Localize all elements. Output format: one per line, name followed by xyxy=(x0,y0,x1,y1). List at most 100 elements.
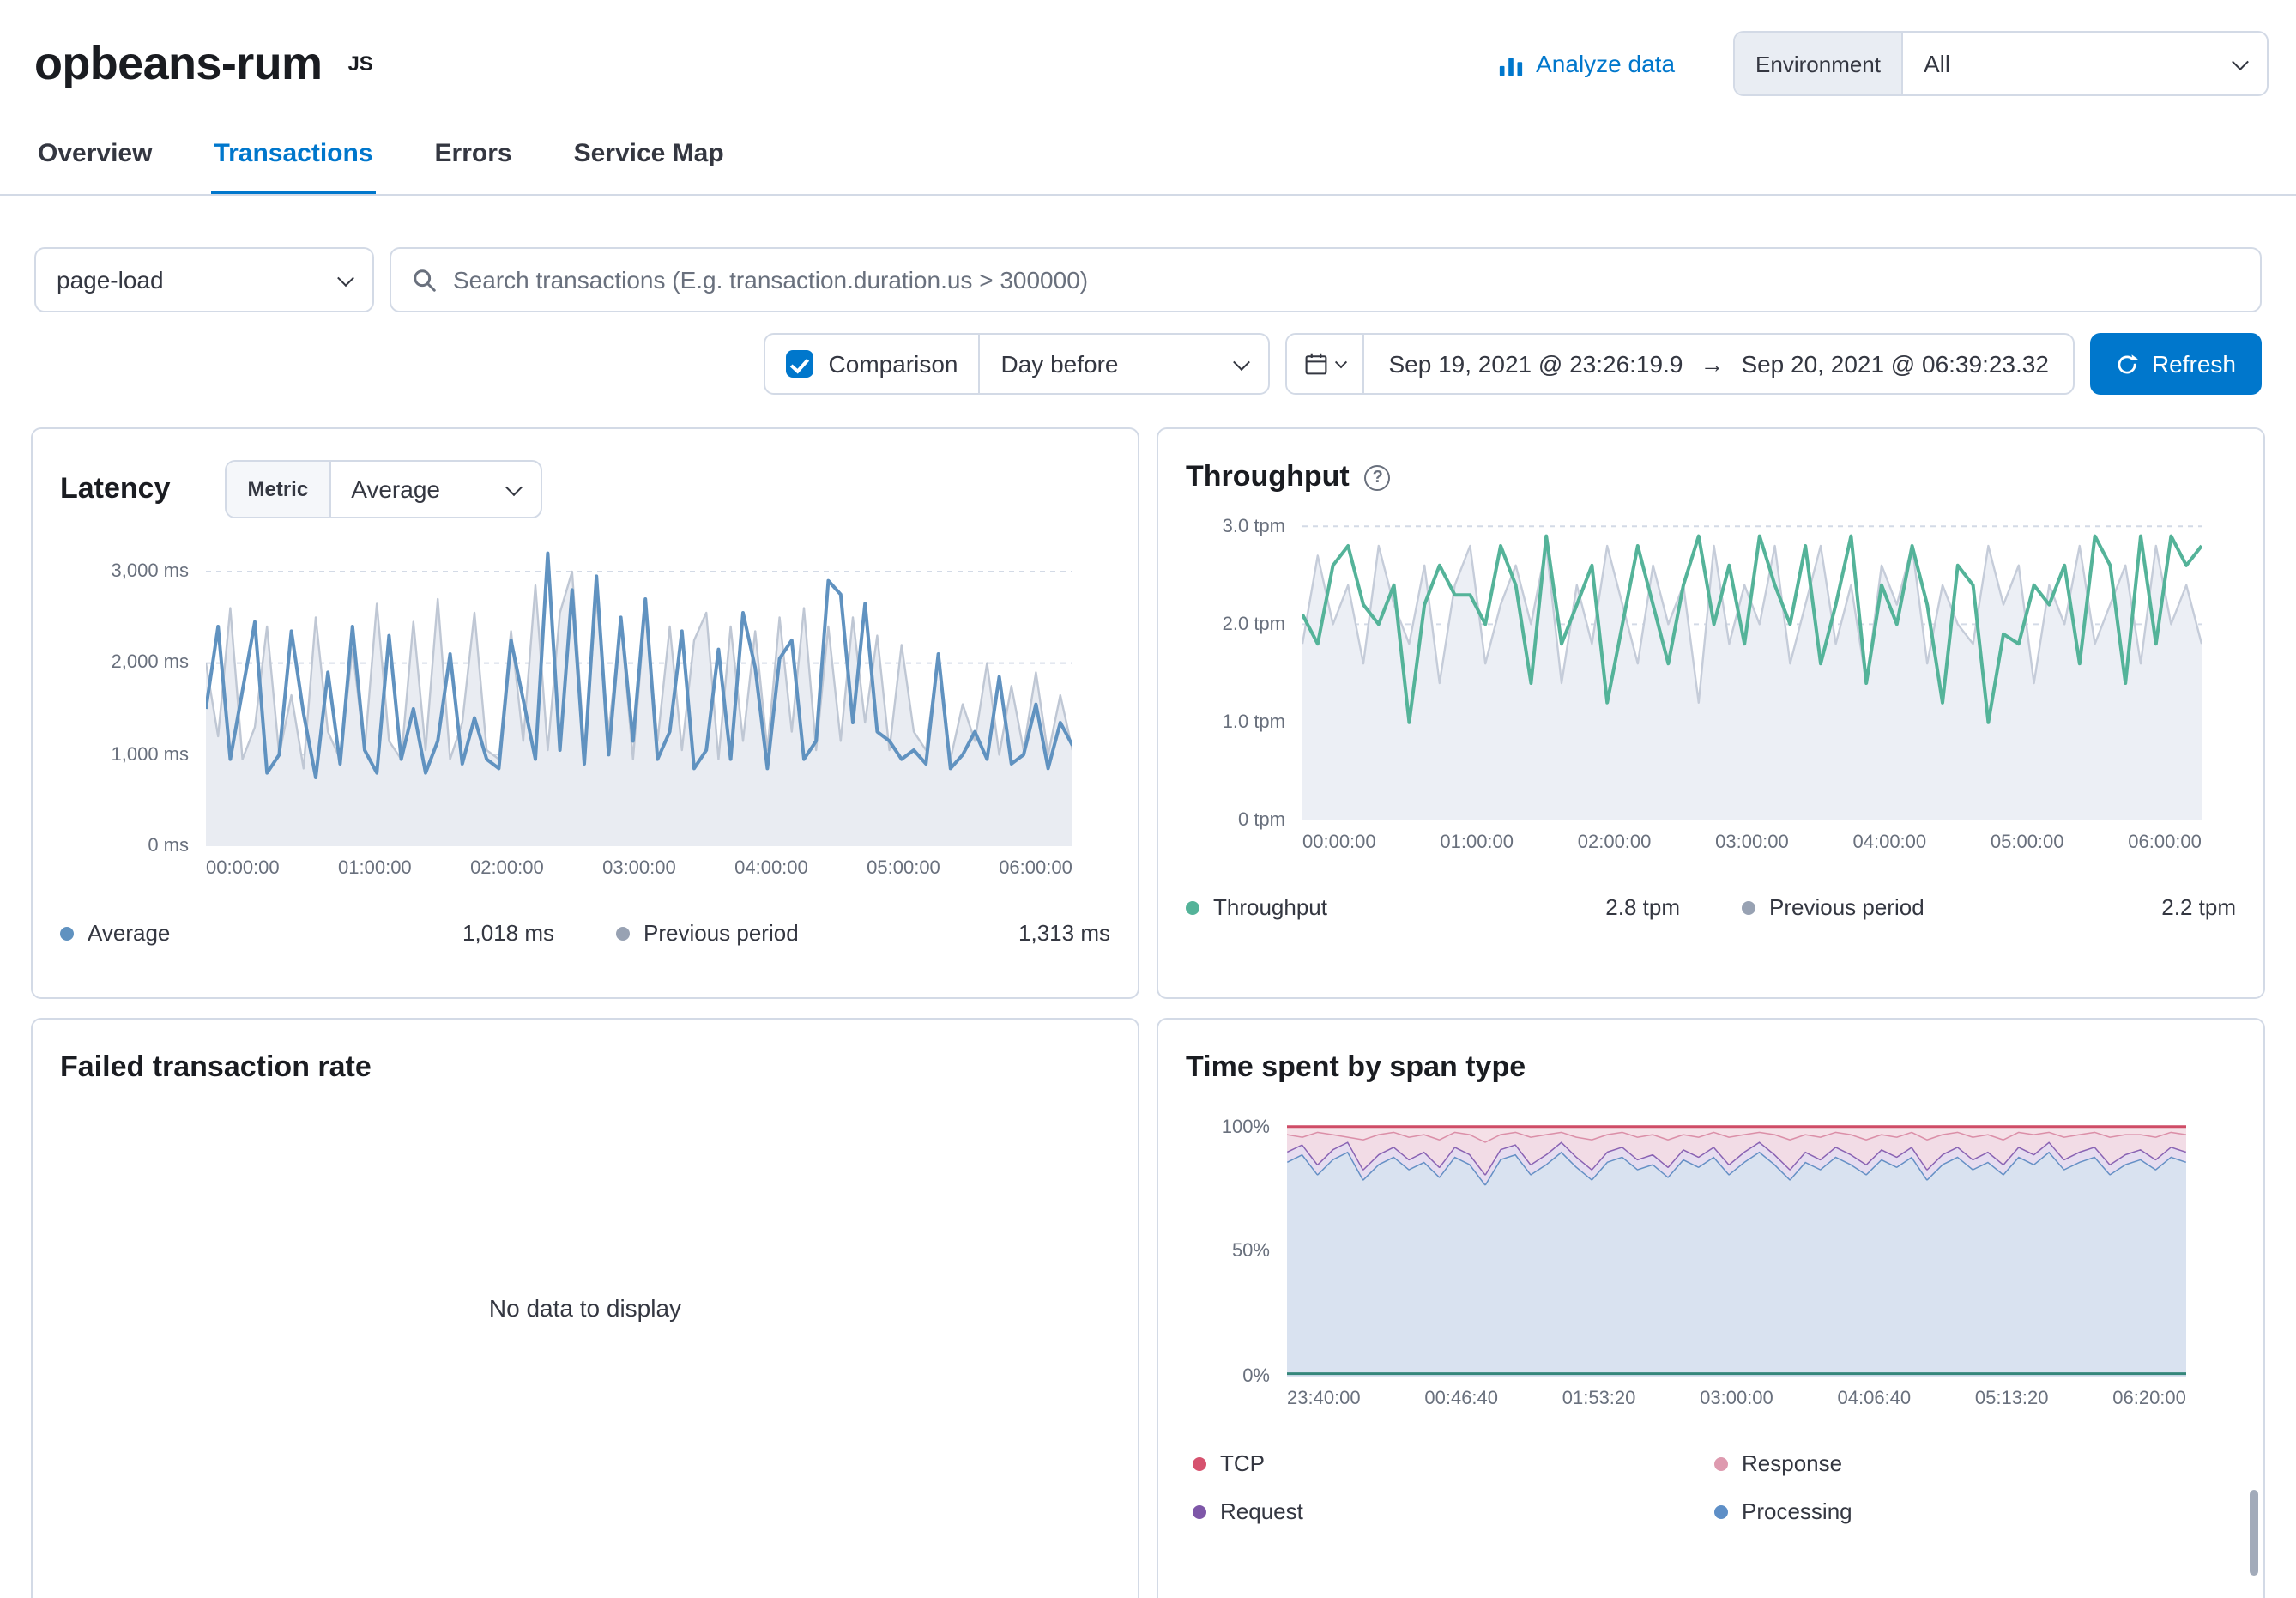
legend-value: 2.8 tpm xyxy=(1605,894,1680,920)
environment-value: All xyxy=(1924,50,1950,77)
legend-dot xyxy=(1193,1504,1206,1518)
time-spent-title: Time spent by span type xyxy=(1186,1050,1526,1085)
x-tick: 23:40:00 xyxy=(1287,1389,1361,1409)
latency-x-axis: 00:00:00 01:00:00 02:00:00 03:00:00 04:0… xyxy=(206,858,1072,879)
legend-value: 2.2 tpm xyxy=(2161,894,2236,920)
latency-metric-select[interactable]: Average xyxy=(330,462,540,517)
legend-label: TCP xyxy=(1220,1450,1265,1476)
x-tick: 04:06:40 xyxy=(1838,1389,1912,1409)
filter-bar: page-load Comparison Day before xyxy=(0,196,2296,395)
chevron-down-icon xyxy=(337,269,354,286)
failed-rate-panel: Failed transaction rate No data to displ… xyxy=(31,1018,1139,1598)
time-spent-legend: TCP Response Request Processing xyxy=(1193,1450,2236,1524)
legend-label: Average xyxy=(88,920,170,946)
search-input[interactable] xyxy=(453,266,2239,294)
legend-value: 1,313 ms xyxy=(1018,920,1110,946)
comparison-toggle[interactable]: Comparison xyxy=(765,335,981,393)
legend-label: Response xyxy=(1742,1450,1842,1476)
latency-metric-group: Metric Average xyxy=(226,460,542,518)
failed-rate-title: Failed transaction rate xyxy=(60,1050,372,1085)
time-spent-x-axis: 23:40:00 00:46:40 01:53:20 03:00:00 04:0… xyxy=(1287,1389,2186,1409)
x-tick: 02:00:00 xyxy=(470,858,544,879)
throughput-legend: Throughput 2.8 tpm Previous period 2.2 t… xyxy=(1186,894,2236,920)
y-tick: 50% xyxy=(1232,1241,1270,1262)
throughput-panel: Throughput ? 3.0 tpm 2.0 tpm 1.0 tpm 0 t… xyxy=(1157,427,2265,999)
date-range: Sep 19, 2021 @ 23:26:19.9 → Sep 20, 2021… xyxy=(1365,335,2073,393)
legend-item-previous-period[interactable]: Previous period 1,313 ms xyxy=(616,920,1110,946)
comparison-checkbox[interactable] xyxy=(786,350,813,378)
transaction-type-select[interactable]: page-load xyxy=(34,247,374,312)
time-spent-y-axis: 100% 50% 0% xyxy=(1186,1119,1287,1377)
legend-label: Request xyxy=(1220,1498,1303,1524)
latency-title: Latency xyxy=(60,472,171,506)
latency-chart[interactable] xyxy=(206,551,1072,846)
legend-item-request[interactable]: Request xyxy=(1193,1498,1714,1524)
date-start[interactable]: Sep 19, 2021 @ 23:26:19.9 xyxy=(1389,350,1683,378)
x-tick: 06:00:00 xyxy=(2128,832,2202,853)
analyze-data-link[interactable]: Analyze data xyxy=(1498,50,1675,77)
throughput-y-axis: 3.0 tpm 2.0 tpm 1.0 tpm 0 tpm xyxy=(1186,511,1302,820)
transaction-search xyxy=(390,247,2262,312)
x-tick: 01:00:00 xyxy=(338,858,412,879)
legend-label: Processing xyxy=(1742,1498,1852,1524)
chevron-down-icon xyxy=(1335,355,1347,367)
agent-badge: JS xyxy=(347,51,372,76)
no-data-message: No data to display xyxy=(33,1294,1138,1322)
service-title: opbeans-rum xyxy=(34,37,322,90)
throughput-chart[interactable] xyxy=(1302,511,2202,820)
transaction-type-value: page-load xyxy=(57,266,164,294)
tab-transactions[interactable]: Transactions xyxy=(210,117,376,194)
y-tick: 100% xyxy=(1222,1117,1270,1138)
legend-item-tcp[interactable]: TCP xyxy=(1193,1450,1714,1476)
time-spent-chart[interactable] xyxy=(1287,1119,2186,1377)
apm-service-page: opbeans-rum JS Analyze data Environment … xyxy=(0,0,2296,1598)
legend-item-processing[interactable]: Processing xyxy=(1714,1498,2236,1524)
legend-dot xyxy=(60,926,74,940)
calendar-icon xyxy=(1305,352,1329,376)
legend-item-throughput[interactable]: Throughput 2.8 tpm xyxy=(1186,894,1680,920)
refresh-button[interactable]: Refresh xyxy=(2090,333,2262,395)
environment-filter: Environment All xyxy=(1733,31,2269,96)
time-spent-panel: Time spent by span type 100% 50% 0% 23:4… xyxy=(1157,1018,2265,1598)
legend-label: Previous period xyxy=(1769,894,1924,920)
throughput-chart-area: 3.0 tpm 2.0 tpm 1.0 tpm 0 tpm 00:00:00 0… xyxy=(1186,511,2236,853)
x-tick: 04:00:00 xyxy=(734,858,808,879)
chevron-down-icon xyxy=(2232,52,2249,70)
chevron-down-icon xyxy=(505,478,522,495)
legend-item-average[interactable]: Average 1,018 ms xyxy=(60,920,554,946)
tab-overview[interactable]: Overview xyxy=(34,117,155,194)
x-tick: 00:00:00 xyxy=(206,858,280,879)
x-tick: 06:20:00 xyxy=(2112,1389,2186,1409)
y-tick: 0 ms xyxy=(148,836,189,857)
date-end[interactable]: Sep 20, 2021 @ 06:39:23.32 xyxy=(1741,350,2049,378)
help-icon[interactable]: ? xyxy=(1365,464,1391,490)
time-spent-chart-area: 100% 50% 0% 23:40:00 00:46:40 01:53:20 0… xyxy=(1186,1119,2236,1409)
quick-select-button[interactable] xyxy=(1288,335,1365,393)
y-tick: 2,000 ms xyxy=(112,652,190,673)
legend-dot xyxy=(1186,900,1199,914)
latency-panel: Latency Metric Average 3,000 ms 2,000 ms… xyxy=(31,427,1139,999)
charts-grid: Latency Metric Average 3,000 ms 2,000 ms… xyxy=(0,395,2296,1598)
legend-dot xyxy=(1714,1456,1728,1470)
environment-select[interactable]: All xyxy=(1903,33,2267,94)
tab-errors[interactable]: Errors xyxy=(432,117,516,194)
header-actions: Analyze data Environment All xyxy=(1498,31,2269,96)
metric-label: Metric xyxy=(227,462,331,517)
comparison-select[interactable]: Day before xyxy=(981,335,1269,393)
y-tick: 2.0 tpm xyxy=(1223,614,1285,635)
x-tick: 05:00:00 xyxy=(867,858,940,879)
legend-value: 1,018 ms xyxy=(462,920,554,946)
legend-item-response[interactable]: Response xyxy=(1714,1450,2236,1476)
throughput-title: Throughput xyxy=(1186,460,1350,494)
legend-item-previous-period[interactable]: Previous period 2.2 tpm xyxy=(1742,894,2236,920)
scrollbar-thumb[interactable] xyxy=(2250,1490,2258,1576)
search-icon xyxy=(412,267,438,293)
y-tick: 1.0 tpm xyxy=(1223,712,1285,733)
legend-dot xyxy=(1742,900,1755,914)
x-tick: 00:00:00 xyxy=(1302,832,1376,853)
tab-service-map[interactable]: Service Map xyxy=(571,117,728,194)
x-tick: 06:00:00 xyxy=(999,858,1072,879)
legend-label: Previous period xyxy=(643,920,799,946)
page-header: opbeans-rum JS Analyze data Environment … xyxy=(0,0,2296,96)
comparison-group: Comparison Day before xyxy=(764,333,1271,395)
